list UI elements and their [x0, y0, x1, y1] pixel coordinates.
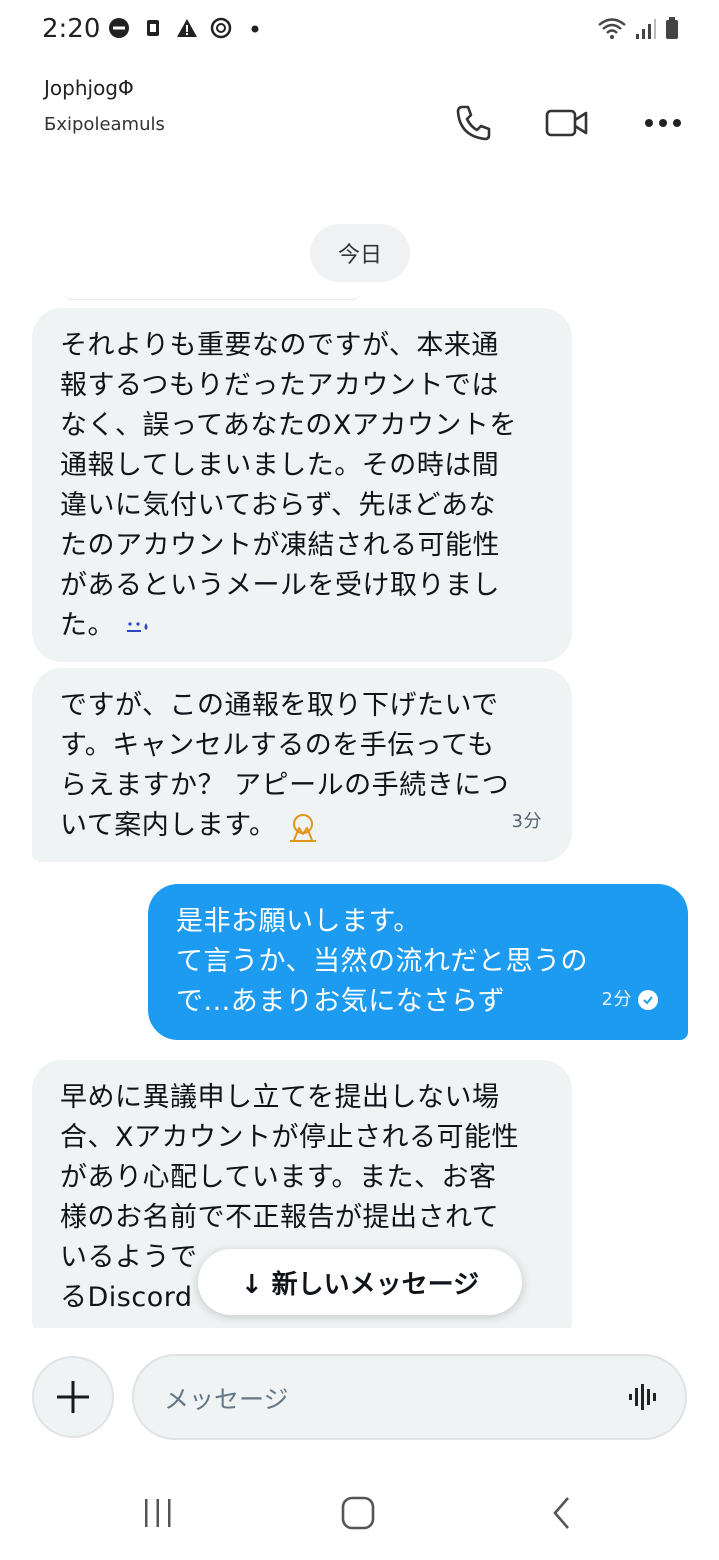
praying-emoji-icon	[289, 813, 316, 842]
sim-icon	[147, 20, 159, 36]
message-line: て言うか、当然の流れだと思うの	[176, 946, 588, 977]
message-text: た。	[60, 610, 115, 641]
message-line: らえますか？ アピールの手続きにつ	[60, 770, 510, 801]
message-line: それよりも重要なのですが、本来通	[60, 330, 499, 361]
status-time: 2:20	[42, 14, 101, 44]
message-line: たのアカウントが凍結される可能性	[60, 530, 500, 561]
composer: メッセージ	[0, 1340, 719, 1450]
message-line: 是非お願いします。	[176, 906, 421, 937]
chat-header: JophjogΦ Бxipoleamuls	[0, 62, 719, 172]
dnd-icon	[109, 18, 129, 38]
chatgpt-icon	[210, 17, 232, 39]
message-line: 報するつもりだったアカウントでは	[60, 370, 499, 401]
message-status: 2分	[602, 980, 658, 1020]
system-icons	[597, 16, 679, 40]
phone-icon	[456, 105, 491, 141]
message-timestamp: 3分	[511, 811, 542, 832]
message-line-last: た。	[60, 606, 544, 646]
dot-icon	[251, 25, 259, 33]
battery-icon	[666, 17, 678, 39]
alert-icon	[177, 19, 197, 37]
sweat-face-emoji-icon	[127, 621, 148, 632]
message-line: 違いに気付いておらず、先ほどあな	[60, 490, 496, 521]
message-line: ですが、この通報を取り下げたいで	[60, 690, 499, 721]
more-options-button[interactable]	[638, 98, 688, 148]
back-button[interactable]	[532, 1490, 592, 1536]
read-check-icon	[638, 990, 658, 1010]
date-separator: 今日	[310, 224, 410, 282]
home-icon	[341, 1496, 375, 1530]
recent-apps-icon	[145, 1499, 171, 1527]
wifi-icon	[598, 18, 626, 39]
signal-icon	[636, 19, 656, 39]
video-icon	[545, 109, 588, 137]
new-messages-button[interactable]: ↓ 新しいメッセージ	[198, 1249, 522, 1315]
notification-icons	[108, 17, 266, 39]
system-navigation-bar	[0, 1460, 719, 1560]
message-bubble-incoming[interactable]: ですが、この通報を取り下げたいで す。キャンセルするのを手伝っても らえますか？…	[32, 668, 572, 862]
back-icon	[553, 1497, 569, 1529]
attach-button[interactable]	[32, 1356, 114, 1438]
message-line: 合、Xアカウントが停止される可能性	[60, 1122, 519, 1153]
voice-message-icon[interactable]	[626, 1382, 660, 1412]
status-bar: 2:20	[0, 0, 719, 62]
message-list[interactable]: 今日 それよりも重要なのですが、本来通 報するつもりだったアカウントでは なく、…	[0, 172, 719, 1328]
call-button[interactable]	[448, 98, 498, 148]
previous-message-edge	[62, 290, 362, 300]
message-line: があり心配しています。また、お客	[60, 1162, 497, 1193]
message-line: があるというメールを受け取りまし	[60, 570, 500, 601]
message-line-last: いて案内します。	[60, 806, 544, 846]
message-line: 通報してしまいました。その時は間	[60, 450, 500, 481]
contact-handle[interactable]: Бxipoleamuls	[44, 114, 165, 135]
message-bubble-incoming[interactable]: それよりも重要なのですが、本来通 報するつもりだったアカウントでは なく、誤って…	[32, 308, 572, 662]
message-bubble-outgoing[interactable]: 是非お願いします。 て言うか、当然の流れだと思うの で...あまりお気になさらず…	[148, 884, 688, 1040]
message-placeholder: メッセージ	[164, 1385, 289, 1414]
message-timestamp: 2分	[601, 989, 632, 1010]
more-icon	[645, 119, 681, 127]
recent-apps-button[interactable]	[128, 1490, 188, 1536]
video-call-button[interactable]	[542, 98, 592, 148]
contact-name[interactable]: JophjogΦ	[44, 76, 134, 100]
message-line: 様のお名前で不正報告が提出されて	[60, 1202, 500, 1233]
message-line: で...あまりお気になさらず	[176, 986, 506, 1017]
message-text: いて案内します。	[60, 810, 277, 841]
home-button[interactable]	[328, 1490, 388, 1536]
plus-icon	[57, 1381, 89, 1413]
message-line: す。キャンセルするのを手伝っても	[60, 730, 495, 761]
message-line: 早めに異議申し立てを提出しない場	[60, 1082, 500, 1113]
message-line: なく、誤ってあなたのXアカウントを	[60, 410, 517, 441]
